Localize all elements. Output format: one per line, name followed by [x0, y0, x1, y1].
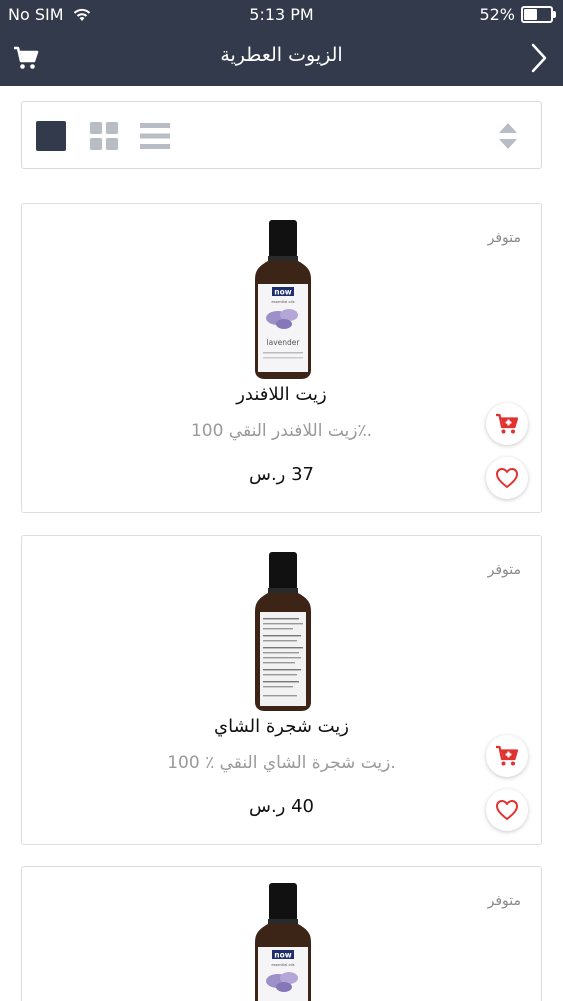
- product-card[interactable]: متوفر زيت شجرة الشاي 100 ٪ زيت شجرة الشا…: [21, 535, 542, 845]
- sort-icon[interactable]: [497, 120, 519, 152]
- add-to-cart-icon: [496, 745, 519, 766]
- label-brand: now: [274, 951, 291, 960]
- label-brand: now: [274, 288, 291, 297]
- square-view-icon[interactable]: [35, 120, 67, 152]
- product-image[interactable]: [251, 550, 315, 712]
- product-card[interactable]: متوفر now essential oils: [21, 866, 542, 1001]
- availability-label: متوفر: [487, 893, 521, 909]
- favorite-button[interactable]: [486, 457, 528, 499]
- product-card[interactable]: متوفر now essential oils lavender زيت ال…: [21, 203, 542, 513]
- navigation-bar: الزيوت العطرية: [0, 30, 563, 86]
- heart-icon: [496, 468, 518, 488]
- battery-icon: [521, 6, 556, 23]
- view-toolbar: [21, 101, 542, 169]
- add-to-cart-button[interactable]: [486, 403, 528, 445]
- product-image[interactable]: now essential oils lavender: [251, 218, 315, 380]
- grid-view-icon[interactable]: [88, 120, 120, 152]
- product-price: 37 ر.س: [248, 464, 314, 485]
- product-description: زيت اللافندر النقي 100٪.: [190, 421, 373, 441]
- product-price: 40 ر.س: [248, 796, 314, 817]
- product-name[interactable]: زيت اللافندر: [22, 384, 541, 405]
- chevron-right-icon[interactable]: [529, 42, 549, 74]
- label-sub: essential oils: [271, 963, 294, 967]
- battery-percent: 52%: [479, 5, 515, 24]
- product-description: 100 ٪ زيت شجرة الشاي النقي.: [167, 753, 396, 773]
- label-text: lavender: [267, 338, 301, 347]
- availability-label: متوفر: [487, 230, 521, 246]
- product-image[interactable]: now essential oils: [251, 881, 315, 1001]
- page-title: الزيوت العطرية: [220, 44, 343, 66]
- status-bar: No SIM 5:13 PM 52%: [0, 0, 563, 30]
- favorite-button[interactable]: [486, 789, 528, 831]
- product-name[interactable]: زيت شجرة الشاي: [22, 716, 541, 737]
- heart-icon: [496, 800, 518, 820]
- add-to-cart-icon: [496, 413, 519, 434]
- label-sub: essential oils: [271, 300, 294, 304]
- availability-label: متوفر: [487, 562, 521, 578]
- list-view-icon[interactable]: [139, 120, 171, 152]
- add-to-cart-button[interactable]: [486, 735, 528, 777]
